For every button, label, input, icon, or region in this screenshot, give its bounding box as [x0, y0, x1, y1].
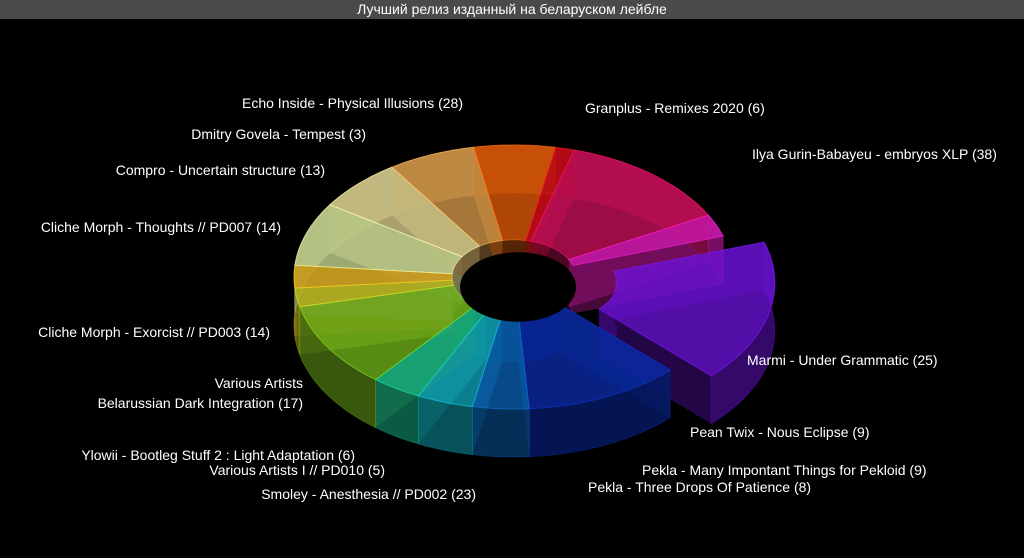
slice-label: Granplus - Remixes 2020 (6) — [585, 100, 765, 116]
slice-label-line: Compro - Uncertain structure (13) — [116, 162, 325, 178]
slice-label: Pean Twix - Nous Eclipse (9) — [690, 424, 869, 440]
slice-label-line: Various Artists — [215, 375, 303, 391]
slice-label: Ilya Gurin-Babayeu - embryos XLP (38) — [752, 146, 997, 162]
chart-title: Лучший релиз изданный на беларуском лейб… — [0, 0, 1024, 19]
slice-label-line: Pekla - Three Drops Of Patience (8) — [588, 479, 811, 495]
slice-label: Compro - Uncertain structure (13) — [116, 162, 325, 178]
pie-chart: Ilya Gurin-Babayeu - embryos XLP (38) Mar… — [38, 95, 997, 502]
slice-label-line: Ilya Gurin-Babayeu - embryos XLP (38) — [752, 146, 997, 162]
slice-label-line: Dmitry Govela - Tempest (3) — [191, 126, 366, 142]
slice-label-line: Belarussian Dark Integration (17) — [98, 395, 303, 411]
slice-label: Dmitry Govela - Tempest (3) — [191, 126, 366, 142]
slice-label: Ylowii - Bootleg Stuff 2 : Light Adaptat… — [81, 447, 355, 463]
donut-hole — [460, 252, 576, 322]
slice-label: Pekla - Many Impontant Things for Pekloi… — [642, 462, 927, 478]
slice-label: Cliche Morph - Exorcist // PD003 (14) — [38, 324, 270, 340]
slice-label-line: Marmi - Under Grammatic (25) — [747, 352, 938, 368]
slice-label: Pekla - Three Drops Of Patience (8) — [588, 479, 811, 495]
slice-label-line: Ylowii - Bootleg Stuff 2 : Light Adaptat… — [81, 447, 355, 463]
donut-top-layer — [293, 144, 776, 410]
slice-label: Marmi - Under Grammatic (25) — [747, 352, 938, 368]
slice-label-line: Granplus - Remixes 2020 (6) — [585, 100, 765, 116]
slice-label: Smoley - Anesthesia // PD002 (23) — [261, 486, 476, 502]
slice-label: Cliche Morph - Thoughts // PD007 (14) — [41, 219, 281, 235]
slice-label-line: Various Artists I // PD010 (5) — [209, 462, 385, 478]
slice-label-line: Cliche Morph - Exorcist // PD003 (14) — [38, 324, 270, 340]
slice-label-line: Pekla - Many Impontant Things for Pekloi… — [642, 462, 927, 478]
slice-label: Various Artists I // PD010 (5) — [209, 462, 385, 478]
slice-label-line: Echo Inside - Physical Illusions (28) — [242, 95, 463, 111]
slice-outer-wall — [472, 406, 530, 458]
slice-label: Various Artists Belarussian Dark Integrat… — [98, 375, 303, 411]
slice-label-line: Pean Twix - Nous Eclipse (9) — [690, 424, 869, 440]
slice-label: Echo Inside - Physical Illusions (28) — [242, 95, 463, 111]
slice-label-line: Cliche Morph - Thoughts // PD007 (14) — [41, 219, 281, 235]
slice-label-line: Smoley - Anesthesia // PD002 (23) — [261, 486, 476, 502]
